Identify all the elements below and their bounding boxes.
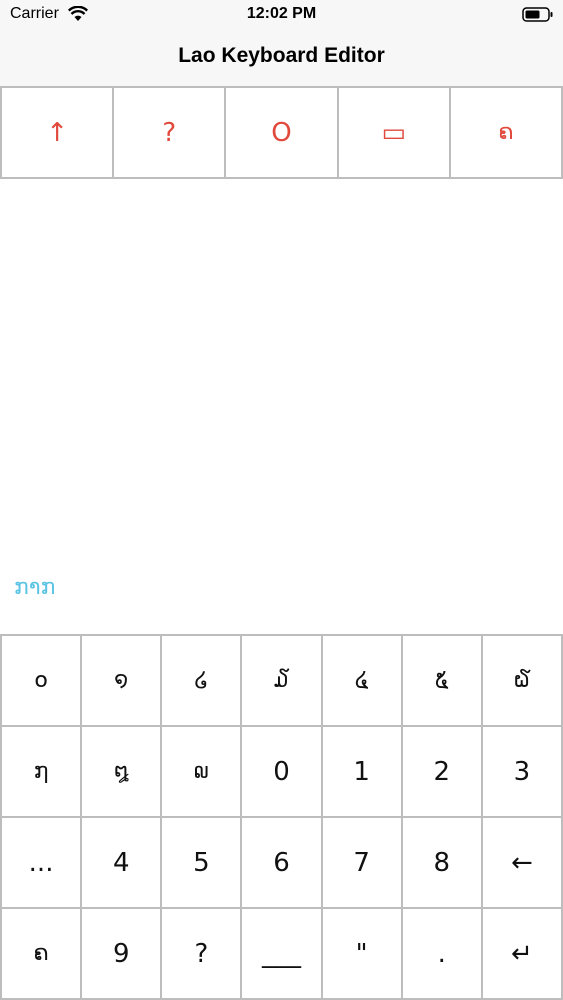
key-lao-digit-5[interactable]: ໕: [402, 636, 483, 727]
key-period[interactable]: .: [402, 909, 483, 1000]
question-button[interactable]: ?: [114, 88, 227, 177]
rectangle-icon: ▭: [381, 117, 406, 148]
return-key[interactable]: ↵: [482, 909, 563, 1000]
key-quote[interactable]: ": [322, 909, 403, 1000]
rectangle-button[interactable]: ▭: [339, 88, 451, 177]
lao-char-icon: ຄ: [498, 120, 514, 145]
clock: 12:02 PM: [246, 5, 317, 22]
circle-icon: O: [271, 117, 292, 148]
lao-keyboard: ໐ ໑ ໒ ໓ ໔ ໕ ໖ ໗ ໘ ໙ 0 1 2 3 ... 4 5 6 7 …: [0, 634, 563, 1000]
key-lao-digit-3[interactable]: ໓: [242, 636, 323, 727]
up-arrow-icon: ↑: [46, 117, 68, 148]
key-lao-digit-6[interactable]: ໖: [482, 636, 563, 727]
navigation-bar: Lao Keyboard Editor: [0, 30, 563, 86]
key-lao-digit-9[interactable]: ໙: [162, 727, 243, 818]
key-8[interactable]: 8: [402, 818, 483, 909]
key-lao-digit-0[interactable]: ໐: [2, 636, 83, 727]
key-2[interactable]: 2: [402, 727, 483, 818]
battery-icon: [522, 7, 553, 22]
space-key[interactable]: ___: [242, 909, 323, 1000]
key-7[interactable]: 7: [322, 818, 403, 909]
text-editor[interactable]: ກາກ: [0, 179, 563, 634]
key-question[interactable]: ?: [162, 909, 243, 1000]
question-icon: ?: [162, 117, 177, 148]
key-lao-digit-7[interactable]: ໗: [2, 727, 83, 818]
editor-toolbar: ↑ ? O ▭ ຄ: [0, 86, 563, 179]
key-lao-digit-4[interactable]: ໔: [322, 636, 403, 727]
status-bar: Carrier 12:02 PM: [0, 0, 563, 30]
key-lao-digit-1[interactable]: ໑: [82, 636, 163, 727]
key-3[interactable]: 3: [482, 727, 563, 818]
circle-button[interactable]: O: [226, 88, 339, 177]
key-ellipsis[interactable]: ...: [2, 818, 83, 909]
key-6[interactable]: 6: [242, 818, 323, 909]
key-lao-kho[interactable]: ຄ: [2, 909, 83, 1000]
key-lao-digit-2[interactable]: ໒: [162, 636, 243, 727]
key-lao-digit-8[interactable]: ໘: [82, 727, 163, 818]
backspace-key[interactable]: ←: [482, 818, 563, 909]
key-4[interactable]: 4: [82, 818, 163, 909]
lao-char-button[interactable]: ຄ: [451, 88, 563, 177]
key-0[interactable]: 0: [242, 727, 323, 818]
key-9[interactable]: 9: [82, 909, 163, 1000]
key-5[interactable]: 5: [162, 818, 243, 909]
key-1[interactable]: 1: [322, 727, 403, 818]
up-arrow-button[interactable]: ↑: [0, 88, 115, 177]
page-title: Lao Keyboard Editor: [178, 44, 385, 67]
editor-text: ກາກ: [14, 575, 56, 600]
